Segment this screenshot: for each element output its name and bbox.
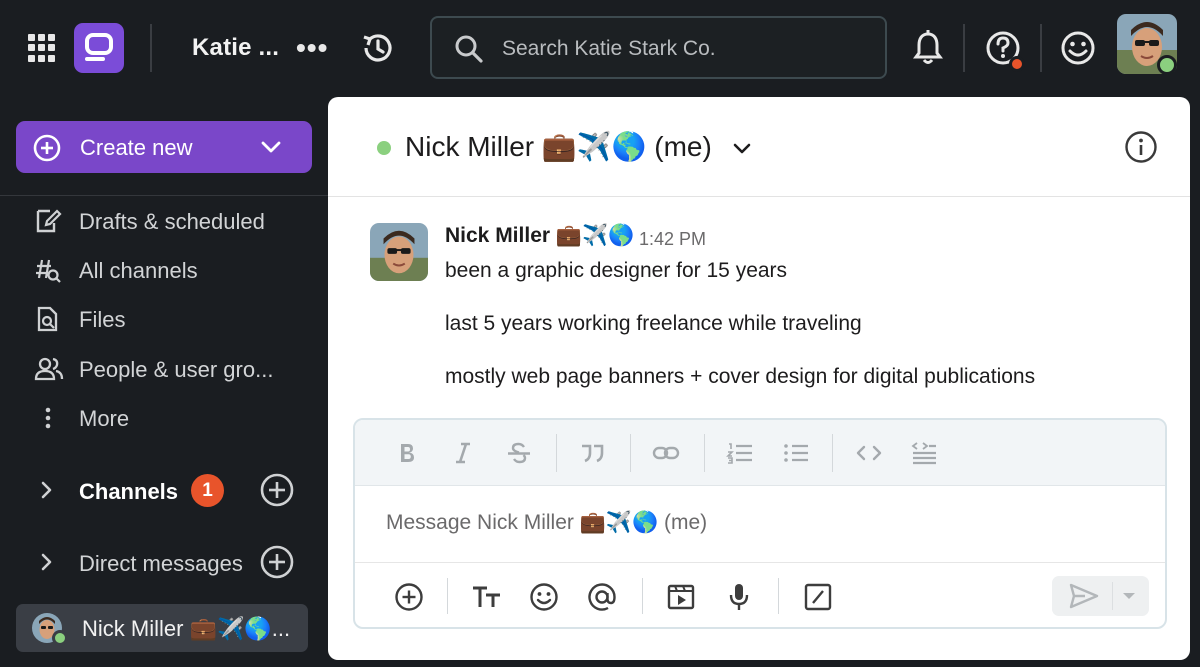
attach-plus-icon[interactable] [394,582,424,612]
message-text: mostly web page banners + cover design f… [445,365,1036,388]
divider [0,195,328,196]
create-new-button[interactable]: Create new [16,121,312,173]
message-timestamp[interactable]: 1:42 PM [639,229,706,250]
sidebar-item-label: Drafts & scheduled [79,209,265,234]
sidebar-item-people[interactable]: People & user gro... [30,351,320,385]
italic-icon[interactable] [451,441,475,465]
divider [150,24,152,72]
search-placeholder: Search Katie Stark Co. [502,37,716,60]
sidebar: Create new Drafts & scheduled All channe… [0,97,328,667]
chevron-right-icon[interactable] [36,552,56,572]
app-grid-icon[interactable] [28,34,56,62]
online-status-dot [1157,55,1177,75]
divider [556,434,557,472]
message-composer: Message Nick Miller 💼✈️🌎 (me) [353,418,1167,629]
people-icon [34,355,64,383]
divider [963,24,965,72]
divider [832,434,833,472]
message-author-avatar[interactable] [370,223,428,281]
notifications-bell-icon[interactable] [910,28,946,68]
presence-dot [377,141,391,155]
conversation-panel: Nick Miller 💼✈️🌎 (me) Nick Miller 💼✈️🌎 1… [328,97,1190,660]
top-bar: Katie ... ••• Search Katie Stark Co. [0,0,1200,97]
emoji-icon[interactable] [529,582,559,612]
microphone-icon[interactable] [726,582,752,612]
composer-actions-bar [355,562,1165,627]
message-input[interactable]: Message Nick Miller 💼✈️🌎 (me) [355,486,1165,562]
link-icon[interactable] [651,441,681,465]
divider [778,578,779,614]
mention-icon[interactable] [587,582,617,612]
quote-icon[interactable] [579,441,605,465]
search-bar[interactable]: Search Katie Stark Co. [430,16,887,79]
sidebar-item-files[interactable]: Files [30,301,320,335]
sidebar-item-label: All channels [79,258,198,283]
channels-search-icon [34,256,62,284]
sidebar-item-all-channels[interactable]: All channels [30,252,320,286]
plus-circle-icon [33,134,61,162]
divider [704,434,705,472]
app-logo[interactable] [74,23,124,73]
slash-command-icon[interactable] [803,582,833,612]
sidebar-item-label: Files [79,307,126,332]
message-author-name[interactable]: Nick Miller 💼✈️🌎 [445,224,634,248]
files-icon [34,305,62,333]
history-icon[interactable] [358,28,398,68]
channel-header: Nick Miller 💼✈️🌎 (me) [328,97,1190,197]
workspace-name[interactable]: Katie ... [192,34,279,62]
search-icon [454,34,484,64]
sidebar-item-self-dm[interactable]: Nick Miller 💼✈️🌎... [16,604,308,652]
send-button-group [1052,576,1149,616]
strikethrough-icon[interactable] [506,441,532,465]
self-dm-label: Nick Miller 💼✈️🌎... [82,616,291,641]
bold-icon[interactable] [395,441,419,465]
direct-messages-label: Direct messages [79,551,243,576]
chevron-right-icon[interactable] [36,480,56,500]
send-icon[interactable] [1068,582,1100,610]
formatting-toolbar [355,420,1165,486]
more-vertical-icon [34,404,62,432]
code-icon[interactable] [855,441,883,465]
create-new-label: Create new [80,135,193,160]
channels-label: Channels [79,479,179,504]
sidebar-item-label: People & user gro... [79,357,274,382]
text-format-icon[interactable] [471,582,503,612]
sidebar-item-more[interactable]: More [30,400,320,434]
divider [1040,24,1042,72]
divider [1112,582,1113,610]
divider [447,578,448,614]
numbered-list-icon[interactable] [726,441,754,465]
channel-title[interactable]: Nick Miller 💼✈️🌎 (me) [405,130,712,163]
chevron-down-icon[interactable] [731,140,753,158]
info-icon[interactable] [1124,130,1158,164]
status-emoji-icon[interactable] [1058,28,1098,68]
online-status-dot [52,630,68,646]
add-channel-icon[interactable] [260,473,294,507]
sidebar-item-drafts[interactable]: Drafts & scheduled [30,203,320,237]
chevron-down-icon[interactable] [260,138,282,156]
drafts-icon [34,207,62,235]
divider [642,578,643,614]
workspace-more-button[interactable]: ••• [296,32,328,64]
help-notification-dot [1009,56,1025,72]
sidebar-item-label: More [79,406,130,431]
code-block-icon[interactable] [910,441,938,467]
bulleted-list-icon[interactable] [782,441,810,465]
channels-unread-badge: 1 [191,474,224,507]
send-options-chevron-icon[interactable] [1121,590,1137,602]
message-input-placeholder: Message Nick Miller 💼✈️🌎 (me) [386,511,708,534]
video-clip-icon[interactable] [666,582,696,612]
message-text: been a graphic designer for 15 years [445,259,788,282]
add-direct-message-icon[interactable] [260,545,294,579]
message-text: last 5 years working freelance while tra… [445,312,862,335]
divider [630,434,631,472]
